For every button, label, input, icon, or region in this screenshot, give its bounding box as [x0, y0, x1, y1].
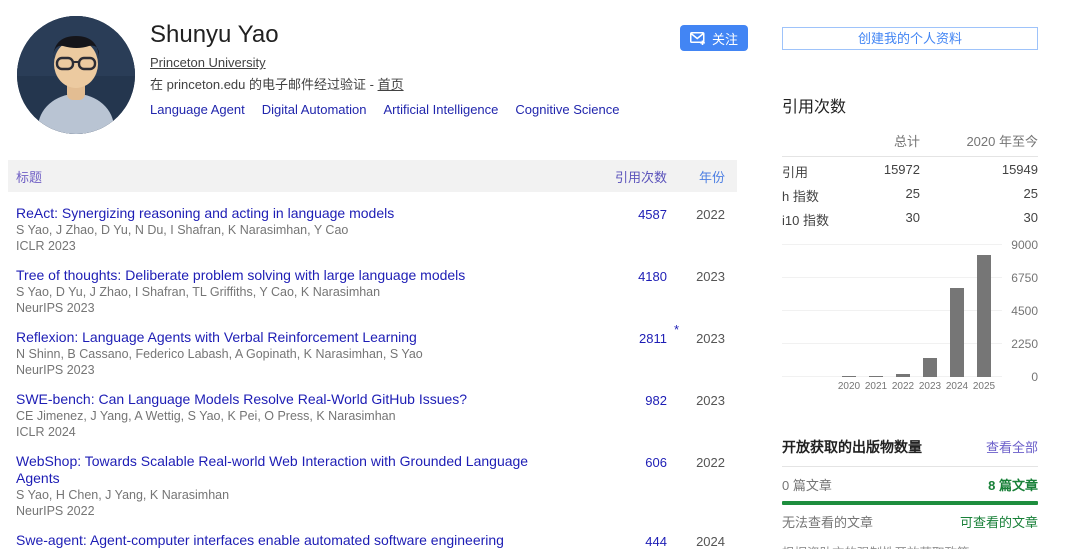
publication-venue: NeurIPS 2023: [16, 300, 567, 316]
chart-bar-2023[interactable]: [923, 358, 937, 377]
publication-row: Swe-agent: Agent-computer interfaces ena…: [8, 532, 737, 549]
envelope-plus-icon: [690, 32, 706, 45]
open-access-section: 开放获取的出版物数量 查看全部 0 篇文章 8 篇文章 无法查看的文章 可查看的…: [782, 437, 1038, 549]
chart-bar-2020[interactable]: [842, 376, 856, 377]
publication-title-link[interactable]: Swe-agent: Agent-computer interfaces ena…: [16, 532, 567, 549]
publications-header: 标题 引用次数 年份: [8, 160, 737, 192]
cited-by-link[interactable]: 2811*: [577, 329, 667, 378]
publications-table: 标题 引用次数 年份 ReAct: Synergizing reasoning …: [8, 160, 737, 549]
citation-asterisk: *: [674, 322, 679, 337]
publication-authors: S Yao, J Zhao, D Yu, N Du, I Shafran, K …: [16, 222, 567, 238]
citation-metrics-table: 总计 2020 年至今 引用 15972 15949 h 指数 25 25 i1…: [782, 131, 1038, 229]
tag-cognitive-science[interactable]: Cognitive Science: [515, 102, 619, 117]
profile-info: Shunyu Yao Princeton University 在 prince…: [150, 20, 619, 117]
chart-gridline: [782, 376, 1002, 377]
closed-articles-count: 0 篇文章: [782, 475, 832, 494]
header-year-sort[interactable]: 年份: [667, 167, 725, 186]
homepage-link[interactable]: 首页: [378, 77, 404, 92]
open-articles-count: 8 篇文章: [988, 475, 1038, 494]
publication-authors: CE Jimenez, J Yang, A Wettig, S Yao, K P…: [16, 408, 567, 424]
chart-ytick-label: 4500: [1011, 304, 1038, 318]
interest-tags: Language Agent Digital Automation Artifi…: [150, 102, 619, 117]
chart-ytick-label: 0: [1031, 370, 1038, 384]
open-articles-caption[interactable]: 可查看的文章: [960, 512, 1038, 531]
publication-venue: ICLR 2024: [16, 424, 567, 440]
chart-bar-2024[interactable]: [950, 288, 964, 377]
cited-by-link[interactable]: 982: [577, 391, 667, 440]
affiliation-link[interactable]: Princeton University: [150, 55, 266, 70]
chart-xtick-label: 2025: [967, 381, 1001, 392]
chart-bar-2025[interactable]: [977, 255, 991, 377]
publication-venue: ICLR 2023: [16, 238, 567, 254]
metric-row-i10-index: i10 指数 30 30: [782, 210, 1038, 229]
publication-year: 2022: [667, 453, 725, 519]
cited-by-link[interactable]: 444: [577, 532, 667, 549]
chart-ytick-label: 6750: [1011, 271, 1038, 285]
follow-button-label: 关注: [712, 29, 738, 48]
chart-gridline: [782, 277, 1002, 278]
publication-venue: NeurIPS 2022: [16, 503, 567, 519]
closed-articles-caption: 无法查看的文章: [782, 512, 873, 531]
citations-chart-ylabels: 02250450067509000: [1002, 245, 1038, 377]
header-cited-by-sort[interactable]: 引用次数: [577, 167, 667, 186]
create-profile-button[interactable]: 创建我的个人资料: [782, 27, 1038, 50]
publication-row: WebShop: Towards Scalable Real-world Web…: [8, 453, 737, 519]
publication-authors: S Yao, D Yu, J Zhao, I Shafran, TL Griff…: [16, 284, 567, 300]
publication-row: SWE-bench: Can Language Models Resolve R…: [8, 391, 737, 440]
chart-bar-2022[interactable]: [896, 374, 910, 377]
publication-year: 2023: [667, 267, 725, 316]
publication-row: Reflexion: Language Agents with Verbal R…: [8, 329, 737, 378]
publication-title-link[interactable]: Tree of thoughts: Deliberate problem sol…: [16, 267, 567, 284]
citations-chart-plot: 202020212022202320242025: [782, 245, 1002, 377]
profile-name: Shunyu Yao: [150, 20, 619, 50]
publication-row: ReAct: Synergizing reasoning and acting …: [8, 205, 737, 254]
profile-photo: [17, 16, 135, 134]
chart-bar-2021[interactable]: [869, 376, 883, 377]
publication-year: 2024: [667, 532, 725, 549]
cited-by-link[interactable]: 4180: [577, 267, 667, 316]
tag-digital-automation[interactable]: Digital Automation: [262, 102, 367, 117]
publication-authors: N Shinn, B Cassano, Federico Labash, A G…: [16, 346, 567, 362]
publication-authors: S Yao, H Chen, J Yang, K Narasimhan: [16, 487, 567, 503]
publication-title-link[interactable]: SWE-bench: Can Language Models Resolve R…: [16, 391, 567, 408]
publication-year: 2023: [667, 391, 725, 440]
publication-year: 2022: [667, 205, 725, 254]
metric-row-h-index: h 指数 25 25: [782, 186, 1038, 205]
publication-title-link[interactable]: ReAct: Synergizing reasoning and acting …: [16, 205, 567, 222]
chart-gridline: [782, 244, 1002, 245]
profile-photo-image: [17, 16, 135, 134]
metrics-col-all: 总计: [840, 131, 920, 150]
tag-artificial-intelligence[interactable]: Artificial Intelligence: [384, 102, 499, 117]
view-all-link[interactable]: 查看全部: [986, 437, 1038, 456]
metric-row-citations: 引用 15972 15949: [782, 162, 1038, 181]
chart-gridline: [782, 343, 1002, 344]
chart-gridline: [782, 310, 1002, 311]
citations-chart: 202020212022202320242025 022504500675090…: [782, 245, 1038, 397]
publication-title-link[interactable]: WebShop: Towards Scalable Real-world Web…: [16, 453, 567, 487]
header-title: 标题: [16, 167, 577, 186]
publication-row: Tree of thoughts: Deliberate problem sol…: [8, 267, 737, 316]
cited-by-link[interactable]: 606: [577, 453, 667, 519]
open-access-note: 根据资助方的强制性开放获取政策: [782, 542, 1038, 549]
cited-by-link[interactable]: 4587: [577, 205, 667, 254]
publication-venue: NeurIPS 2023: [16, 362, 567, 378]
publication-title-link[interactable]: Reflexion: Language Agents with Verbal R…: [16, 329, 567, 346]
metrics-col-since: 2020 年至今: [920, 131, 1038, 150]
citations-heading: 引用次数: [782, 93, 846, 117]
chart-ytick-label: 2250: [1011, 337, 1038, 351]
follow-button[interactable]: 关注: [680, 25, 748, 51]
tag-language-agent[interactable]: Language Agent: [150, 102, 245, 117]
verified-email: 在 princeton.edu 的电子邮件经过验证 - 首页: [150, 74, 619, 93]
open-access-heading: 开放获取的出版物数量: [782, 437, 922, 457]
chart-ytick-label: 9000: [1011, 238, 1038, 252]
open-access-progress-bar: [782, 501, 1038, 505]
